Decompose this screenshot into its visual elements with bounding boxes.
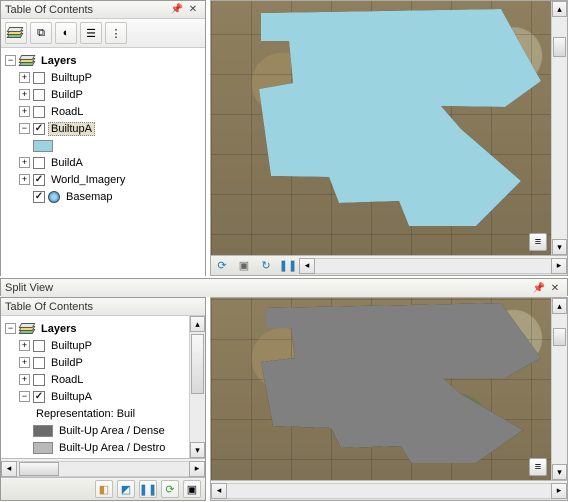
layer-item[interactable]: BuildP [48,356,86,370]
checkbox[interactable] [33,391,45,403]
map-view-top[interactable]: ≡ ▴ ▾ ⟳ ▣ ↻ ❚❚ ◂ ▸ [210,0,568,276]
layer-item[interactable]: Basemap [63,190,115,204]
continue-icon[interactable]: ↻ [257,258,275,274]
scroll-right-arrow[interactable]: ▸ [551,483,567,499]
checkbox[interactable] [33,357,45,369]
vertical-scrollbar[interactable]: ▴ ▾ [551,1,567,255]
horizontal-scrollbar[interactable]: ◂ ▸ [299,258,567,274]
layer-item[interactable]: BuiltupP [48,71,95,85]
horizontal-scrollbar[interactable]: ◂ ▸ [1,461,205,477]
layers-root[interactable]: Layers [38,322,79,336]
scroll-right-arrow[interactable]: ▸ [551,258,567,274]
scroll-down-arrow[interactable]: ▾ [552,464,567,480]
close-icon[interactable]: ✕ [547,280,563,296]
layer-item[interactable]: BuiltupA [48,122,95,136]
refresh-button[interactable]: ⟳ [161,480,179,498]
expander[interactable]: − [19,123,30,134]
stop-icon[interactable]: ▣ [235,258,253,274]
horizontal-scrollbar[interactable]: ◂ ▸ [211,483,567,499]
scroll-up-arrow[interactable]: ▴ [190,316,205,332]
scroll-left-arrow[interactable]: ◂ [1,461,17,477]
expander[interactable]: − [5,55,16,66]
split-view-title: Split View [5,282,531,294]
scroll-down-arrow[interactable]: ▾ [190,442,205,458]
pin-icon[interactable]: 📌 [531,280,547,296]
layer-tree: − Layers + BuiltupP + BuildP + RoadL − Built… [1,48,205,276]
symbol-swatch[interactable] [33,442,53,454]
list-by-visibility-button[interactable]: ◐ [55,22,77,44]
vertical-scrollbar[interactable]: ▴ ▾ [189,316,205,458]
expander[interactable]: + [19,72,30,83]
layer-item[interactable]: BuiltupP [48,339,95,353]
toc-title: Table Of Contents [5,4,169,16]
representation-label: Representation: Buil [33,407,138,421]
layer-item[interactable]: BuiltupA [48,390,95,404]
scroll-left-arrow[interactable]: ◂ [211,483,227,499]
pause-drawing-button[interactable]: ❚❚ [139,480,157,498]
full-extent-button[interactable]: ▣ [183,480,201,498]
layers-icon [19,55,35,67]
list-by-source-button[interactable]: ⧉ [30,22,52,44]
expander[interactable]: − [19,391,30,402]
expander[interactable]: + [19,89,30,100]
checkbox[interactable] [33,174,45,186]
map-view-bottom[interactable]: ≡ ▴ ▾ ◂ ▸ [210,297,568,501]
symbol-swatch[interactable] [33,140,53,152]
refresh-icon[interactable]: ⟳ [213,258,231,274]
rep-item[interactable]: Built-Up Area / Dense [56,424,168,438]
toggle-draft-button[interactable]: ◧ [95,480,113,498]
layer-item[interactable]: BuildP [48,88,86,102]
globe-icon [48,191,60,203]
pause-icon[interactable]: ❚❚ [279,258,297,274]
toggle-visibility-button[interactable]: ◩ [117,480,135,498]
scroll-up-arrow[interactable]: ▴ [552,1,567,17]
checkbox[interactable] [33,157,45,169]
builtupa-polygon [211,298,568,482]
layer-item[interactable]: RoadL [48,105,86,119]
map-tools-button[interactable]: ≡ [529,458,547,476]
rep-item[interactable]: Built-Up Area / Destro [56,441,168,455]
expander[interactable]: + [19,357,30,368]
vertical-scrollbar[interactable]: ▴ ▾ [551,298,567,480]
expander[interactable]: + [19,106,30,117]
list-by-drawing-order-button[interactable] [5,22,27,44]
checkbox[interactable] [33,123,45,135]
symbol-swatch[interactable] [33,425,53,437]
close-icon[interactable]: ✕ [185,2,201,18]
layer-item[interactable]: RoadL [48,373,86,387]
scroll-right-arrow[interactable]: ▸ [189,461,205,477]
toc-toolbar: ⧉ ◐ ☰ ⋮ [1,19,205,48]
checkbox[interactable] [33,374,45,386]
scroll-left-arrow[interactable]: ◂ [299,258,315,274]
pin-icon[interactable]: 📌 [169,2,185,18]
layer-tree-bottom: − Layers + BuiltupP + BuildP + RoadL − Built… [1,316,205,458]
expander[interactable]: + [19,157,30,168]
layers-root[interactable]: Layers [38,54,79,68]
scroll-down-arrow[interactable]: ▾ [552,239,567,255]
layers-icon [19,323,35,335]
checkbox[interactable] [33,106,45,118]
checkbox[interactable] [33,340,45,352]
checkbox[interactable] [33,72,45,84]
expander[interactable]: + [19,340,30,351]
list-by-selection-button[interactable]: ☰ [80,22,102,44]
builtupa-polygon [211,1,568,257]
layer-item[interactable]: World_Imagery [48,173,128,187]
expander[interactable]: + [19,174,30,185]
toc-title: Table Of Contents [5,301,201,313]
expander[interactable]: + [19,374,30,385]
map-tools-button[interactable]: ≡ [529,233,547,251]
options-button[interactable]: ⋮ [105,22,127,44]
scroll-up-arrow[interactable]: ▴ [552,298,567,314]
layer-item[interactable]: BuildA [48,156,86,170]
checkbox[interactable] [33,191,45,203]
checkbox[interactable] [33,89,45,101]
expander[interactable]: − [5,323,16,334]
